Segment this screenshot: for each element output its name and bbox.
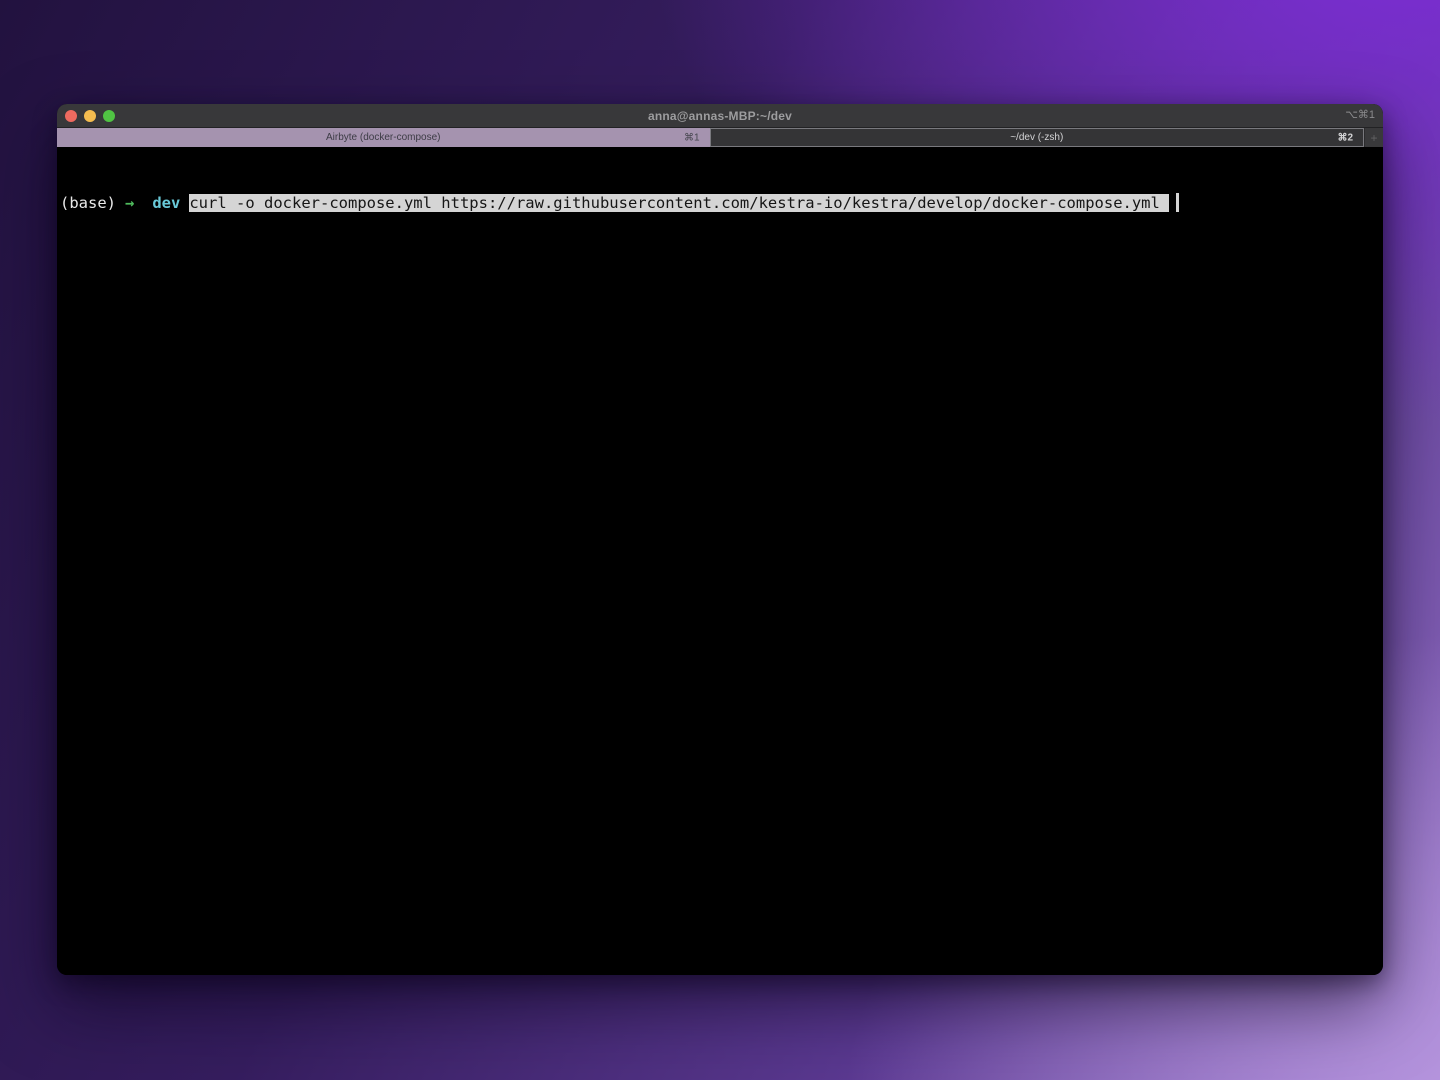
- traffic-lights: [65, 104, 115, 127]
- terminal-window: anna@annas-MBP:~/dev ⌥⌘1 Airbyte (docker…: [57, 104, 1383, 975]
- tab-dev-zsh-shortcut: ⌘2: [1337, 132, 1353, 143]
- terminal-viewport[interactable]: (base) → dev curl -o docker-compose.yml htt…: [57, 147, 1383, 975]
- minimize-button[interactable]: [84, 110, 96, 122]
- tab-dev-zsh[interactable]: ~/dev (-zsh) ⌘2: [710, 128, 1365, 147]
- titlebar-shortcut: ⌥⌘1: [1345, 108, 1375, 121]
- prompt-arrow-icon: →: [125, 194, 134, 212]
- tab-airbyte[interactable]: Airbyte (docker-compose) ⌘1: [57, 128, 710, 147]
- prompt-line: (base) → dev curl -o docker-compose.yml htt…: [60, 193, 1380, 214]
- fullscreen-button[interactable]: [103, 110, 115, 122]
- terminal-cursor-tail: [1176, 193, 1179, 212]
- close-button[interactable]: [65, 110, 77, 122]
- tab-airbyte-label: Airbyte (docker-compose): [326, 132, 440, 143]
- title-bar[interactable]: anna@annas-MBP:~/dev ⌥⌘1: [57, 104, 1383, 128]
- tab-airbyte-shortcut: ⌘1: [684, 132, 700, 143]
- prompt-conda-env: (base): [60, 194, 116, 212]
- prompt-directory: dev: [152, 194, 180, 212]
- desktop-background: anna@annas-MBP:~/dev ⌥⌘1 Airbyte (docker…: [0, 0, 1440, 1080]
- terminal-cursor: [1169, 193, 1176, 212]
- tab-bar: Airbyte (docker-compose) ⌘1 ~/dev (-zsh)…: [57, 128, 1383, 147]
- selected-command-text: curl -o docker-compose.yml https://raw.g…: [189, 194, 1169, 212]
- tab-dev-zsh-label: ~/dev (-zsh): [1010, 132, 1063, 143]
- new-tab-button[interactable]: +: [1364, 128, 1383, 147]
- window-title: anna@annas-MBP:~/dev: [648, 109, 792, 123]
